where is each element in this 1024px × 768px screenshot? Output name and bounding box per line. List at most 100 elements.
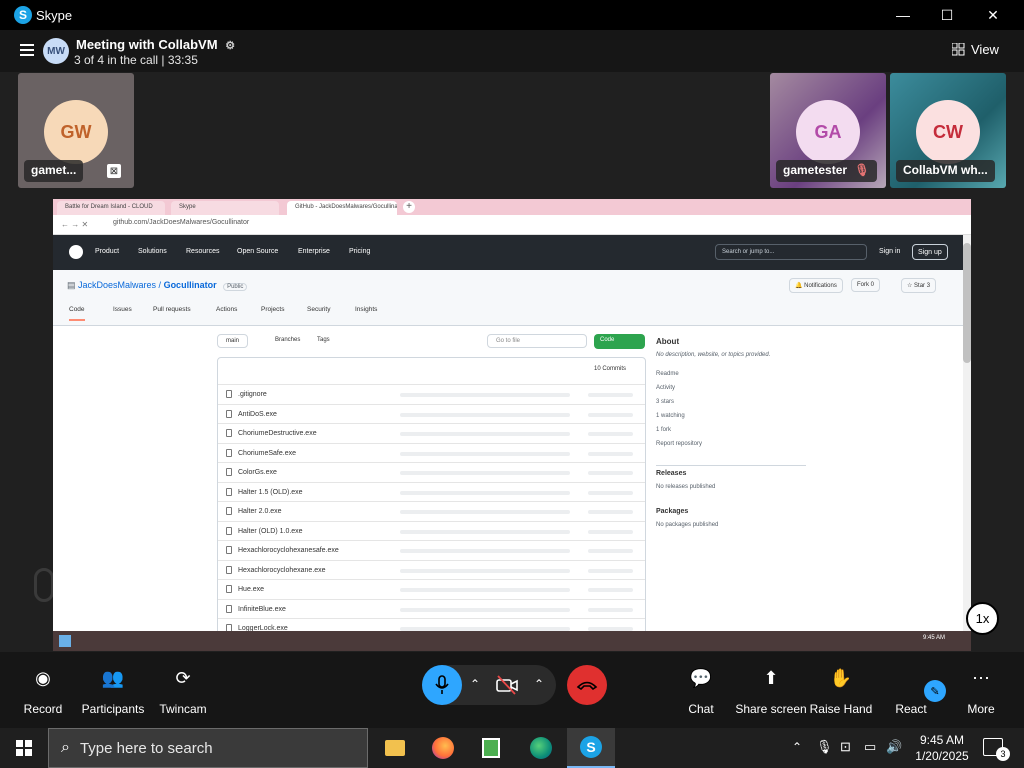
address-bar[interactable]: ← → ✕ github.com/JackDoesMalwares/Gocull… [53, 215, 971, 235]
taskbar-search-box[interactable]: ⌕ Type here to search [48, 728, 368, 768]
camera-options-chevron-icon[interactable]: ⌃ [534, 677, 544, 691]
scrollbar-thumb[interactable] [963, 243, 971, 363]
edge-icon[interactable] [517, 728, 565, 768]
microphone-button[interactable] [422, 665, 462, 705]
fork-button[interactable]: Fork 0 [851, 278, 881, 292]
minimize-button[interactable]: — [880, 0, 926, 30]
maximize-button[interactable]: ☐ [924, 0, 970, 30]
nav-pricing[interactable]: Pricing [349, 248, 370, 255]
go-to-file-input[interactable]: Go to file [487, 334, 587, 348]
file-explorer-icon[interactable] [371, 728, 419, 768]
packages-title[interactable]: Packages [656, 508, 806, 515]
camera-toggle-button[interactable] [496, 675, 518, 700]
shared-screen[interactable]: Battle for Dream Island - CLOUD Skype Gi… [53, 199, 971, 651]
nav-resources[interactable]: Resources [186, 248, 219, 255]
twincam-button[interactable]: ⟳ Twincam [138, 666, 228, 716]
repo-name-link[interactable]: Gocullinator [164, 280, 217, 290]
file-name[interactable]: ChoriumeDestructive.exe [238, 430, 317, 437]
tray-microphone-icon[interactable]: 🎙 [816, 739, 833, 755]
nav-solutions[interactable]: Solutions [138, 248, 167, 255]
file-name[interactable]: .gitignore [238, 391, 267, 398]
file-name[interactable]: Halter 2.0.exe [238, 508, 282, 515]
playback-speed-badge[interactable]: 1x [966, 602, 999, 635]
github-logo-icon[interactable] [69, 245, 83, 259]
forks-link[interactable]: 1 fork [656, 423, 806, 437]
browser-tab-active[interactable]: GitHub - JackDoesMalwares/Gocullinator [287, 201, 397, 215]
repo-tab-insights[interactable]: Insights [355, 306, 377, 313]
app-icon[interactable] [467, 728, 515, 768]
activity-link[interactable]: Activity [656, 381, 806, 395]
more-button[interactable]: ⋯ More [936, 666, 1024, 716]
browser-tab[interactable]: Skype [171, 201, 279, 215]
taskbar-clock[interactable]: 9:45 AM 1/20/2025 [912, 732, 972, 764]
tags-link[interactable]: Tags [317, 337, 330, 343]
file-row[interactable]: Hexachlorocyclohexane.exe [218, 559, 645, 580]
file-name[interactable]: AntiDoS.exe [238, 411, 277, 418]
repo-tab-security[interactable]: Security [307, 306, 330, 313]
repo-tab-actions[interactable]: Actions [216, 306, 237, 313]
stars-link[interactable]: 3 stars [656, 395, 806, 409]
file-row[interactable]: ChoriumeDestructive.exe [218, 423, 645, 443]
file-row[interactable]: Hexachlorocyclohexanesafe.exe [218, 540, 645, 560]
file-row[interactable]: Halter 2.0.exe [218, 501, 645, 521]
repo-owner-link[interactable]: JackDoesMalwares [78, 280, 156, 290]
volume-icon[interactable]: 🔊 [886, 739, 902, 755]
releases-title[interactable]: Releases [656, 465, 806, 477]
skype-taskbar-icon[interactable]: S [567, 728, 615, 768]
repo-tab-code[interactable]: Code [69, 306, 85, 321]
report-link[interactable]: Report repository [656, 437, 806, 451]
file-row[interactable]: Halter (OLD) 1.0.exe [218, 520, 645, 541]
commits-link[interactable]: 10 Commits [594, 366, 626, 372]
notification-center-icon[interactable]: 3 [983, 738, 1010, 761]
signup-button[interactable]: Sign up [912, 244, 948, 260]
scrollbar[interactable] [963, 235, 971, 631]
readme-link[interactable]: Readme [656, 367, 806, 381]
url-text[interactable]: github.com/JackDoesMalwares/Gocullinator [113, 219, 249, 226]
repo-tab-projects[interactable]: Projects [261, 306, 284, 313]
branches-link[interactable]: Branches [275, 337, 300, 343]
show-hidden-icons-chevron-icon[interactable]: ⌃ [792, 740, 802, 754]
hamburger-menu-icon[interactable] [20, 44, 34, 56]
close-button[interactable]: ✕ [970, 0, 1016, 30]
participant-tile[interactable]: GA gametester 🎙 [770, 73, 886, 188]
file-name[interactable]: InfiniteBlue.exe [238, 606, 286, 613]
participant-tile[interactable]: GW gamet... ⊠ [18, 73, 134, 188]
new-tab-icon[interactable]: + [403, 201, 415, 213]
file-name[interactable]: ChoriumeSafe.exe [238, 450, 296, 457]
repo-tab-pulls[interactable]: Pull requests [153, 306, 191, 313]
code-button[interactable]: Code [594, 334, 645, 349]
file-row[interactable]: ChoriumeSafe.exe [218, 442, 645, 463]
nav-product[interactable]: Product [95, 248, 119, 255]
view-button[interactable]: View [952, 42, 999, 57]
settings-gear-icon[interactable]: ⚙ [225, 40, 235, 52]
file-row[interactable]: InfiniteBlue.exe [218, 598, 645, 619]
file-row[interactable]: .gitignore [218, 384, 645, 404]
nav-arrows-icon[interactable]: ← → ✕ [61, 220, 88, 229]
nav-open-source[interactable]: Open Source [237, 248, 278, 255]
notifications-button[interactable]: 🔔 Notifications [789, 278, 843, 293]
file-row[interactable]: Hue.exe [218, 579, 645, 599]
repo-tab-issues[interactable]: Issues [113, 306, 132, 313]
file-name[interactable]: Halter (OLD) 1.0.exe [238, 528, 303, 535]
hang-up-button[interactable] [567, 665, 607, 705]
mic-options-chevron-icon[interactable]: ⌃ [470, 677, 480, 691]
file-row[interactable]: ColorGs.exe [218, 462, 645, 482]
tray-network-icon[interactable]: ⊡ [840, 739, 851, 755]
participant-tile[interactable]: CW CollabVM wh... [890, 73, 1006, 188]
file-name[interactable]: ColorGs.exe [238, 469, 277, 476]
nav-enterprise[interactable]: Enterprise [298, 248, 330, 255]
watching-link[interactable]: 1 watching [656, 409, 806, 423]
file-name[interactable]: Hue.exe [238, 586, 264, 593]
branch-selector[interactable]: main [217, 334, 249, 348]
star-button[interactable]: ☆ Star 3 [901, 278, 937, 293]
file-row[interactable]: AntiDoS.exe [218, 403, 645, 424]
file-name[interactable]: Hexachlorocyclohexanesafe.exe [238, 547, 339, 554]
file-row[interactable]: Halter 1.5 (OLD).exe [218, 481, 645, 502]
tray-display-icon[interactable]: ▭ [864, 739, 876, 755]
signin-link[interactable]: Sign in [879, 248, 900, 255]
file-name[interactable]: Halter 1.5 (OLD).exe [238, 489, 303, 496]
file-name[interactable]: Hexachlorocyclohexane.exe [238, 567, 326, 574]
firefox-icon[interactable] [419, 728, 467, 768]
windows-start-button[interactable] [0, 728, 48, 768]
github-search-input[interactable]: Search or jump to... [715, 244, 867, 260]
